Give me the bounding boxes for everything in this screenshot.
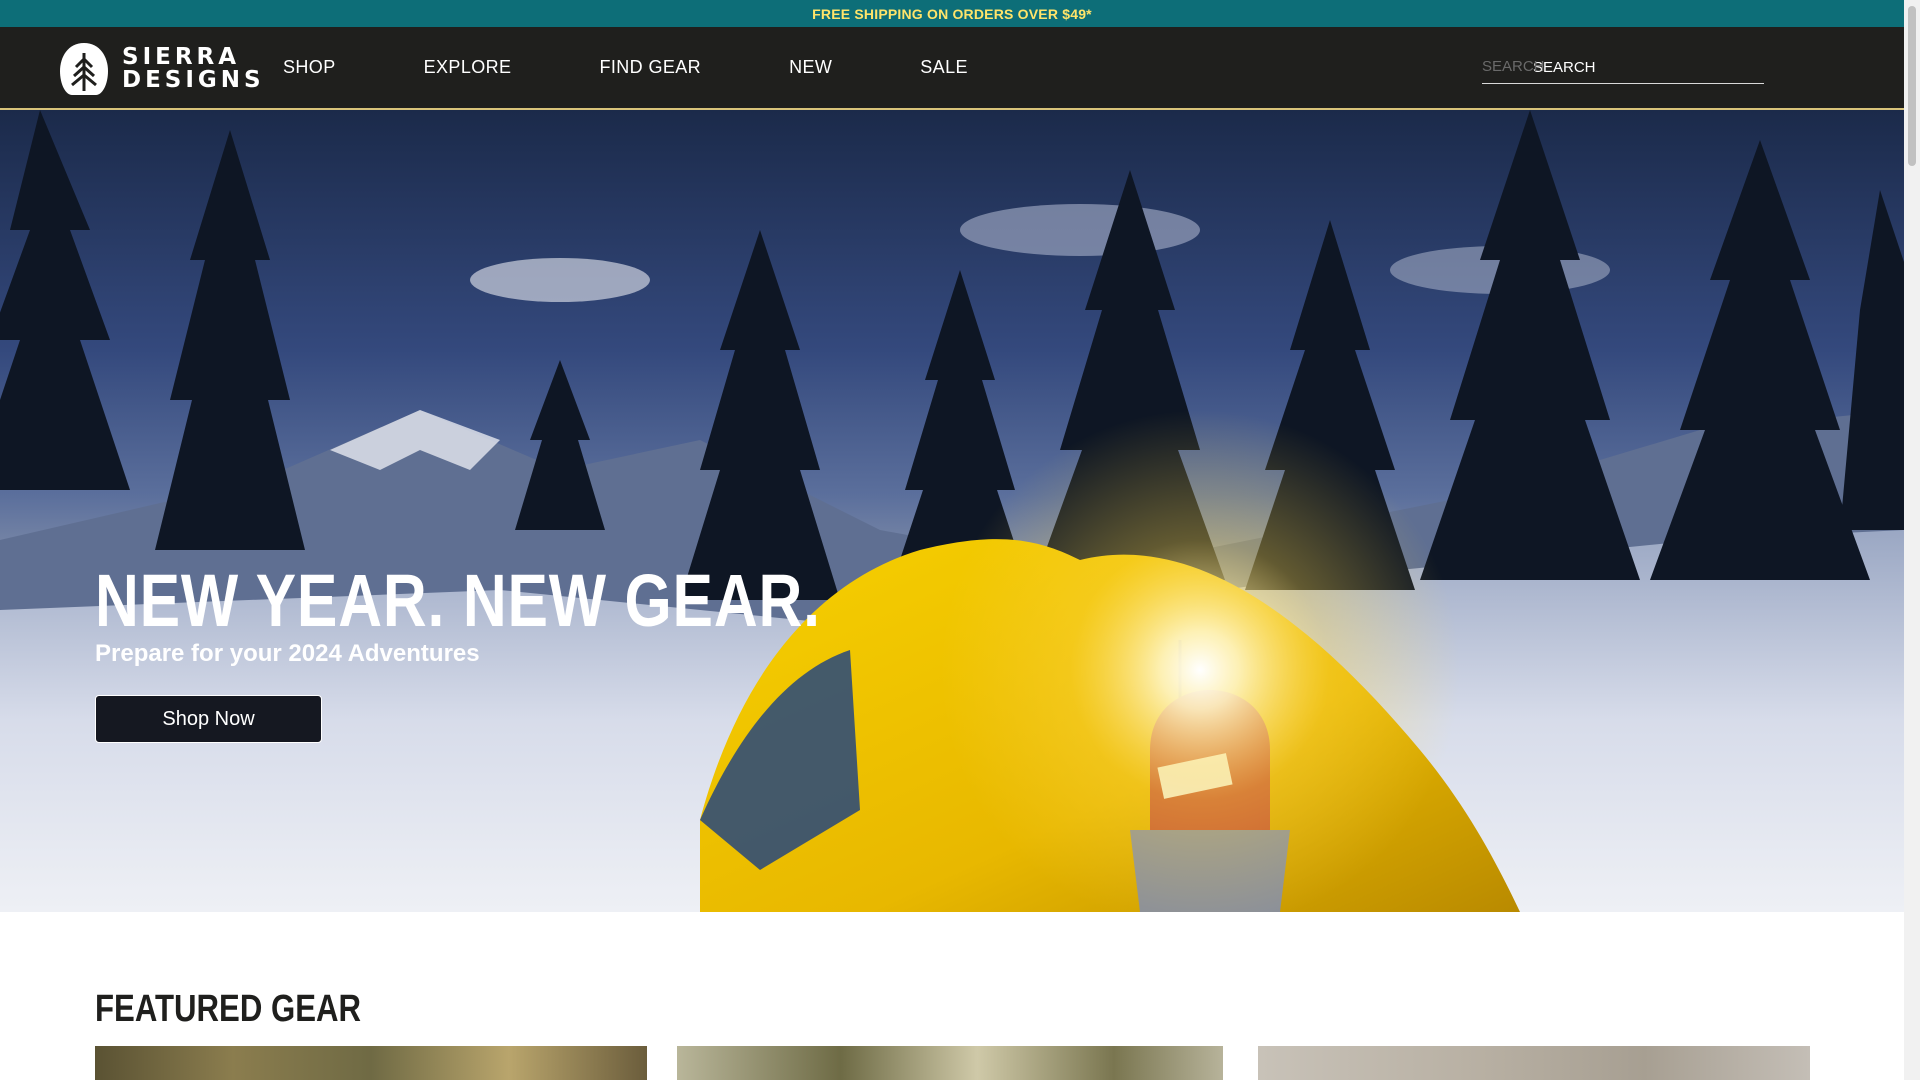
site-header: SIERRA DESIGNS SHOP EXPLORE FIND GEAR NE… xyxy=(0,27,1904,110)
promo-banner[interactable]: FREE SHIPPING ON ORDERS OVER $49* xyxy=(0,0,1904,27)
scrollbar-thumb[interactable] xyxy=(1908,6,1916,166)
hero-banner[interactable]: NEW YEAR. NEW GEAR. Prepare for your 202… xyxy=(0,110,1904,912)
search-input[interactable] xyxy=(1482,58,1764,76)
logo-wordmark: SIERRA DESIGNS xyxy=(122,46,265,92)
site-logo[interactable]: SIERRA DESIGNS xyxy=(58,41,265,97)
logo-line-1: SIERRA xyxy=(122,44,241,70)
search-box[interactable]: SEARCH xyxy=(1482,51,1764,84)
page-scrollbar[interactable] xyxy=(1904,0,1920,1080)
hero-image xyxy=(0,110,1904,912)
featured-card[interactable] xyxy=(1258,1046,1810,1080)
featured-card[interactable] xyxy=(677,1046,1223,1080)
nav-item-sale[interactable]: SALE xyxy=(920,57,968,78)
main-nav: SHOP EXPLORE FIND GEAR NEW SALE xyxy=(283,27,968,108)
featured-card[interactable] xyxy=(95,1046,647,1080)
sierra-designs-tree-logo-icon xyxy=(60,43,108,95)
nav-item-new[interactable]: NEW xyxy=(789,57,832,78)
nav-item-shop[interactable]: SHOP xyxy=(283,57,336,78)
promo-text[interactable]: FREE SHIPPING ON ORDERS OVER $49* xyxy=(812,6,1092,22)
shop-now-button[interactable]: Shop Now xyxy=(95,695,322,743)
hero-subtitle: Prepare for your 2024 Adventures xyxy=(95,640,480,667)
nav-item-explore[interactable]: EXPLORE xyxy=(424,57,512,78)
hero-title: NEW YEAR. NEW GEAR. xyxy=(95,559,821,642)
featured-gear-title: FEATURED GEAR xyxy=(95,988,362,1030)
nav-item-find-gear[interactable]: FIND GEAR xyxy=(599,57,701,78)
logo-line-2: DESIGNS xyxy=(122,67,265,93)
